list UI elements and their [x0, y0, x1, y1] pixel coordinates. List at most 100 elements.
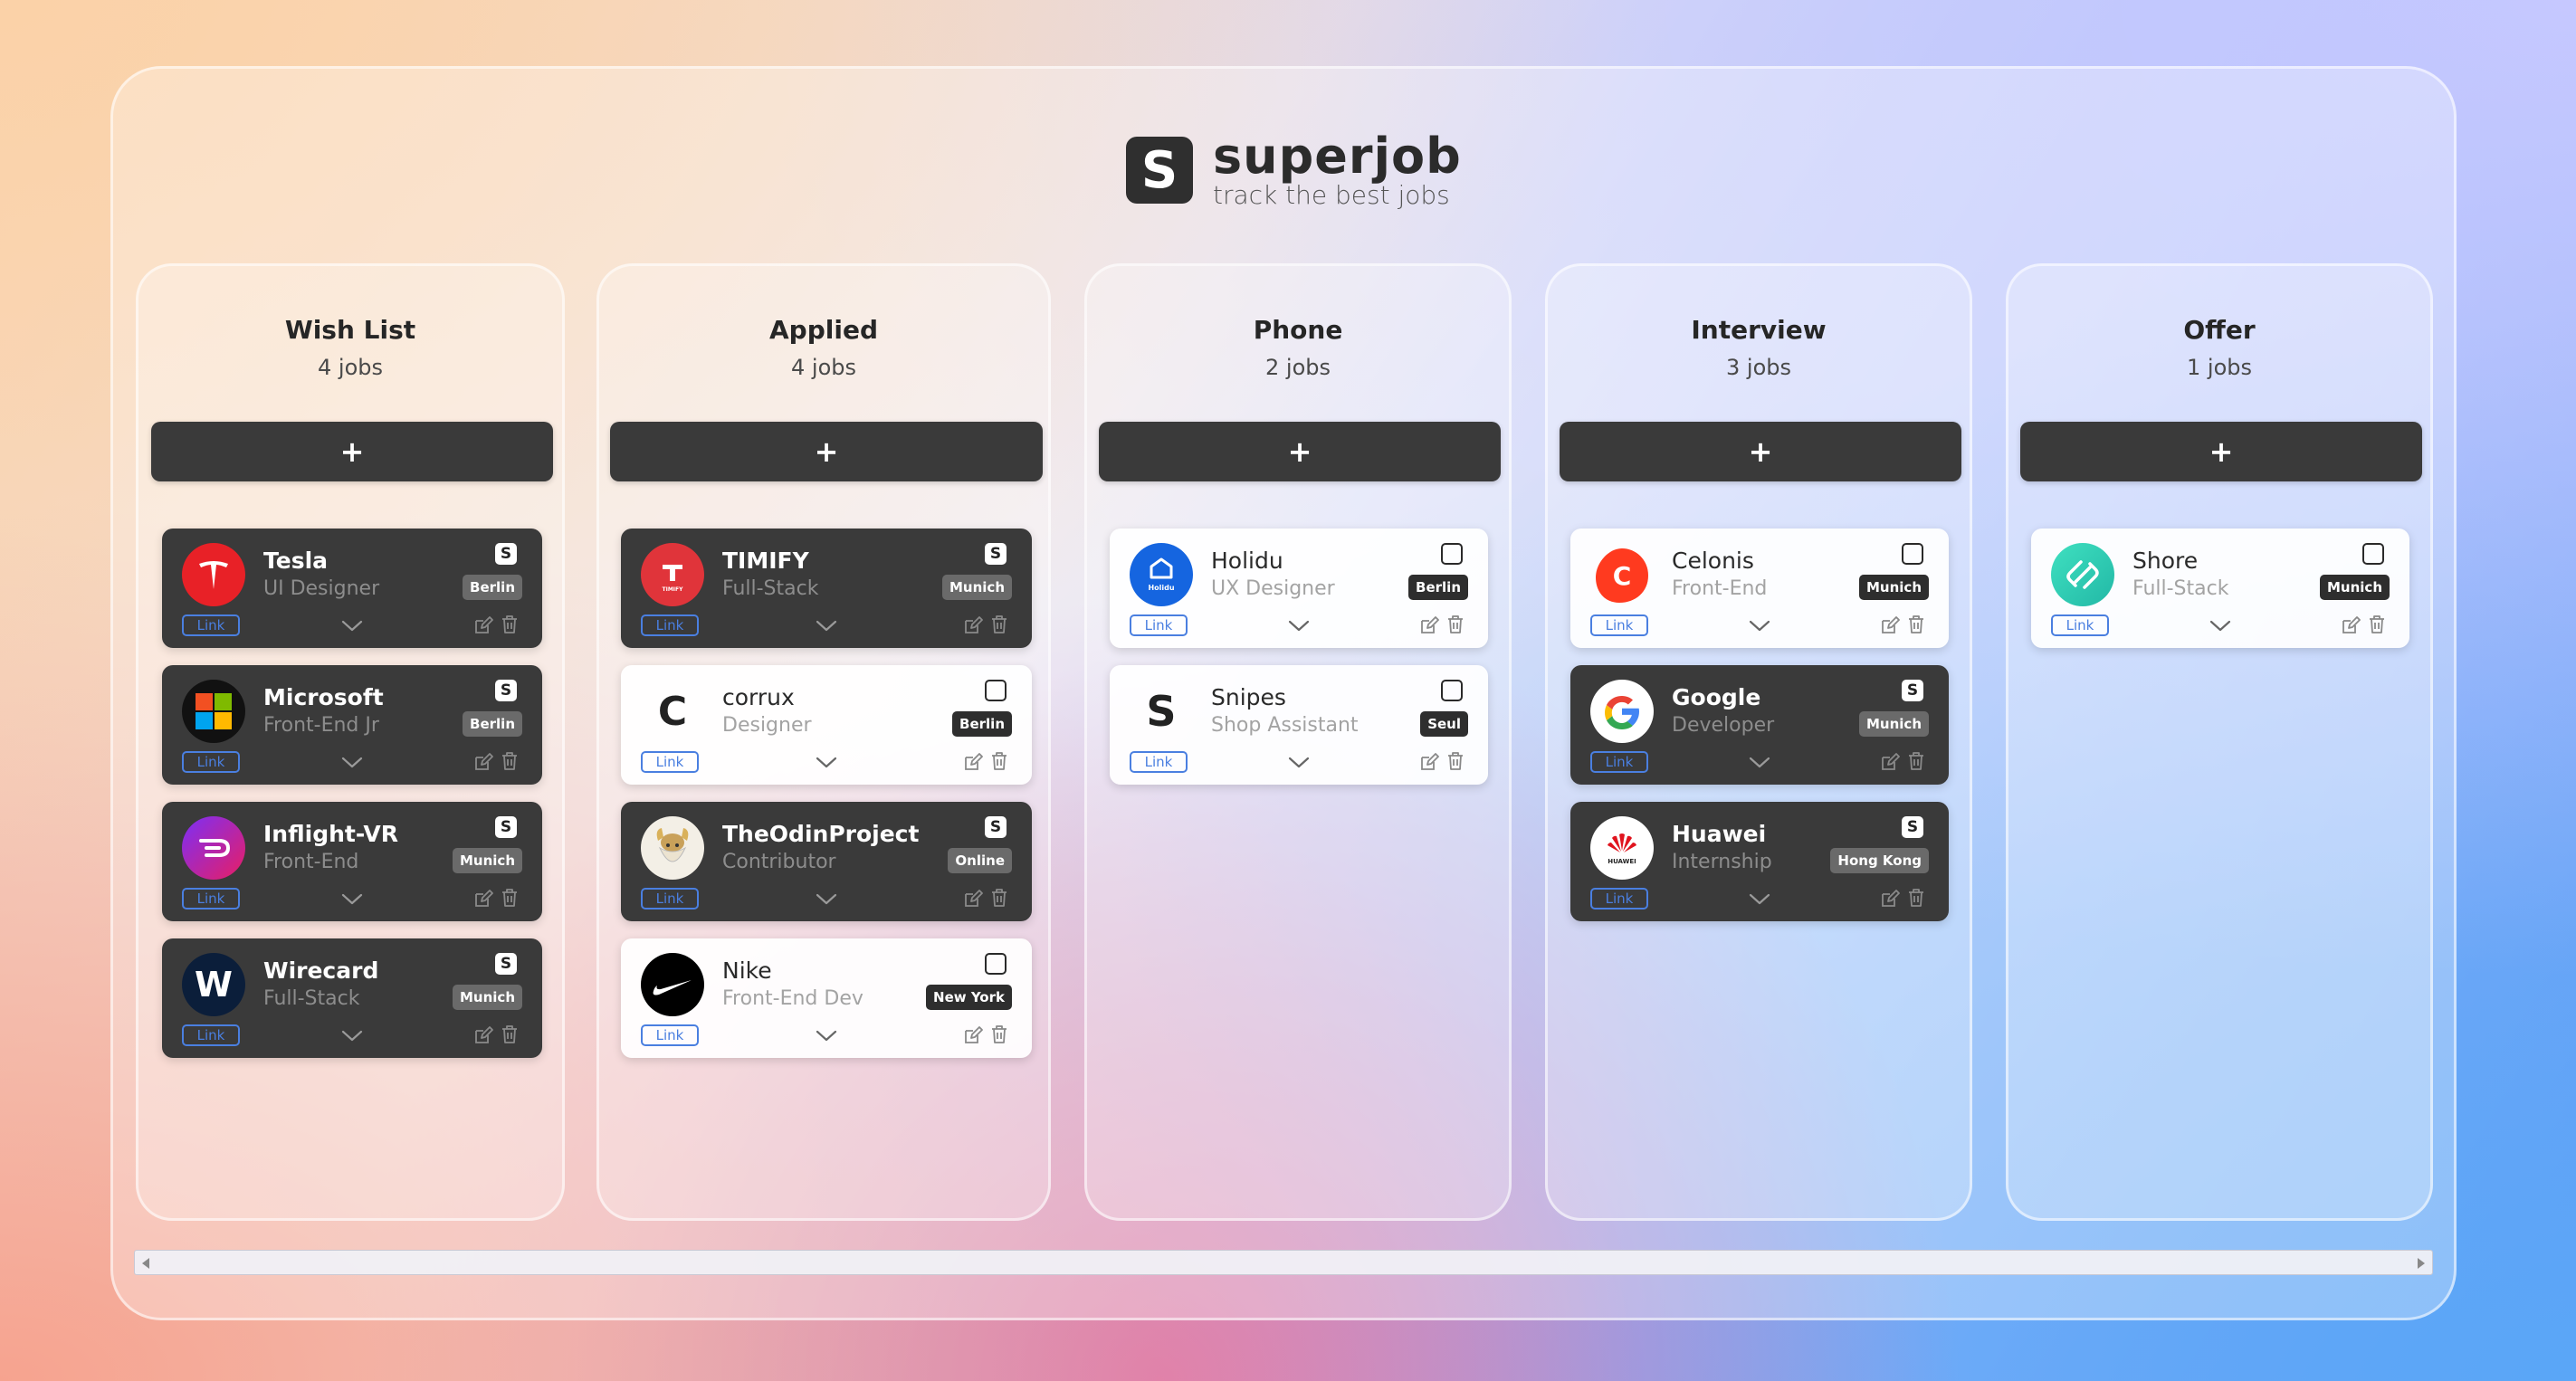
delete-icon[interactable]	[1907, 888, 1925, 908]
edit-icon[interactable]	[2341, 615, 2361, 635]
job-card[interactable]: Microsoft Front-End Jr Link S Berlin	[162, 665, 542, 785]
expand-chevron-icon[interactable]	[2209, 615, 2232, 635]
superjob-flag-icon[interactable]: S	[495, 680, 517, 701]
delete-icon[interactable]	[501, 1024, 519, 1044]
add-job-button[interactable]: +	[1099, 422, 1501, 481]
job-link[interactable]: Link	[182, 614, 240, 636]
delete-icon[interactable]	[1907, 751, 1925, 771]
select-checkbox[interactable]	[1441, 680, 1463, 701]
edit-icon[interactable]	[963, 1025, 983, 1045]
inflight-vr-logo	[182, 816, 245, 880]
select-checkbox[interactable]	[1441, 543, 1463, 565]
superjob-flag-icon[interactable]: S	[985, 543, 1007, 565]
job-card[interactable]: W Wirecard Full-Stack Link S Munich	[162, 938, 542, 1058]
add-job-button[interactable]: +	[2020, 422, 2422, 481]
select-checkbox[interactable]	[2362, 543, 2384, 565]
job-link[interactable]: Link	[641, 614, 699, 636]
expand-chevron-icon[interactable]	[340, 889, 364, 909]
edit-icon[interactable]	[473, 615, 493, 635]
edit-icon[interactable]	[1419, 752, 1439, 772]
superjob-flag-icon[interactable]: S	[1902, 816, 1923, 838]
expand-chevron-icon[interactable]	[815, 752, 838, 772]
delete-icon[interactable]	[501, 614, 519, 634]
job-card[interactable]: Google Developer Link S Munich	[1570, 665, 1949, 785]
job-card[interactable]: Ccorrux Designer Link Berlin	[621, 665, 1032, 785]
job-link[interactable]: Link	[1590, 888, 1648, 910]
edit-icon[interactable]	[1419, 615, 1439, 635]
delete-icon[interactable]	[990, 888, 1008, 908]
superjob-flag-icon[interactable]: S	[985, 816, 1007, 838]
job-card[interactable]: Tesla UI Designer Link S Berlin	[162, 529, 542, 648]
column-interview: Interview 3 jobs + C Celonis Front-End Link Mun…	[1545, 263, 1972, 1221]
scroll-right-icon[interactable]	[2418, 1258, 2425, 1269]
delete-icon[interactable]	[2368, 614, 2386, 634]
horizontal-scrollbar[interactable]	[134, 1250, 2433, 1275]
job-card[interactable]: Holidu Holidu UX Designer Link Berlin	[1110, 529, 1488, 648]
add-job-button[interactable]: +	[151, 422, 553, 481]
edit-icon[interactable]	[473, 752, 493, 772]
job-card[interactable]: TIMIFY TIMIFY Full-Stack Link S Munich	[621, 529, 1032, 648]
delete-icon[interactable]	[501, 751, 519, 771]
superjob-flag-icon[interactable]: S	[495, 953, 517, 975]
snipes-logo: S	[1146, 687, 1177, 736]
add-job-button[interactable]: +	[1560, 422, 1961, 481]
company-name: Wirecard	[263, 957, 379, 984]
expand-chevron-icon[interactable]	[1287, 615, 1311, 635]
job-link[interactable]: Link	[182, 888, 240, 910]
expand-chevron-icon[interactable]	[340, 1025, 364, 1045]
superjob-flag-icon[interactable]: S	[495, 816, 517, 838]
superjob-flag-icon[interactable]: S	[1902, 680, 1923, 701]
job-link[interactable]: Link	[641, 751, 699, 773]
job-link[interactable]: Link	[182, 751, 240, 773]
select-checkbox[interactable]	[985, 680, 1007, 701]
edit-icon[interactable]	[1880, 752, 1900, 772]
job-link[interactable]: Link	[1130, 614, 1188, 636]
job-card[interactable]: Shore Full-Stack Link Munich	[2031, 529, 2409, 648]
company-name: Shore	[2132, 548, 2199, 574]
edit-icon[interactable]	[473, 1025, 493, 1045]
delete-icon[interactable]	[990, 751, 1008, 771]
job-link[interactable]: Link	[182, 1024, 240, 1046]
expand-chevron-icon[interactable]	[1748, 615, 1771, 635]
delete-icon[interactable]	[990, 1024, 1008, 1044]
delete-icon[interactable]	[990, 614, 1008, 634]
edit-icon[interactable]	[963, 615, 983, 635]
expand-chevron-icon[interactable]	[1287, 752, 1311, 772]
edit-icon[interactable]	[963, 889, 983, 909]
job-role: Front-End	[1672, 577, 1768, 600]
delete-icon[interactable]	[501, 888, 519, 908]
expand-chevron-icon[interactable]	[815, 615, 838, 635]
job-link[interactable]: Link	[641, 888, 699, 910]
superjob-flag-icon[interactable]: S	[495, 543, 517, 565]
edit-icon[interactable]	[473, 889, 493, 909]
job-link[interactable]: Link	[1130, 751, 1188, 773]
job-card[interactable]: C Celonis Front-End Link Munich	[1570, 529, 1949, 648]
delete-icon[interactable]	[1907, 614, 1925, 634]
scroll-left-icon[interactable]	[142, 1258, 149, 1269]
expand-chevron-icon[interactable]	[340, 752, 364, 772]
expand-chevron-icon[interactable]	[815, 889, 838, 909]
job-link[interactable]: Link	[2051, 614, 2109, 636]
edit-icon[interactable]	[1880, 889, 1900, 909]
add-job-button[interactable]: +	[610, 422, 1043, 481]
job-link[interactable]: Link	[641, 1024, 699, 1046]
edit-icon[interactable]	[1880, 615, 1900, 635]
job-link[interactable]: Link	[1590, 751, 1648, 773]
delete-icon[interactable]	[1446, 614, 1465, 634]
job-card[interactable]: HUAWEI Huawei Internship Link S Hong Kong	[1570, 802, 1949, 921]
job-card[interactable]: Nike Front-End Dev Link New York	[621, 938, 1032, 1058]
delete-icon[interactable]	[1446, 751, 1465, 771]
expand-chevron-icon[interactable]	[815, 1025, 838, 1045]
edit-icon[interactable]	[963, 752, 983, 772]
select-checkbox[interactable]	[985, 953, 1007, 975]
expand-chevron-icon[interactable]	[1748, 752, 1771, 772]
expand-chevron-icon[interactable]	[340, 615, 364, 635]
column-phone: Phone 2 jobs + Holidu Holidu UX Designer Link B…	[1084, 263, 1512, 1221]
job-card[interactable]: TheOdinProject Contributor Link S Online	[621, 802, 1032, 921]
job-card[interactable]: S Snipes Shop Assistant Link Seul	[1110, 665, 1488, 785]
job-link[interactable]: Link	[1590, 614, 1648, 636]
expand-chevron-icon[interactable]	[1748, 889, 1771, 909]
select-checkbox[interactable]	[1902, 543, 1923, 565]
column-title: Interview	[1691, 315, 1827, 345]
job-card[interactable]: Inflight-VR Front-End Link S Munich	[162, 802, 542, 921]
